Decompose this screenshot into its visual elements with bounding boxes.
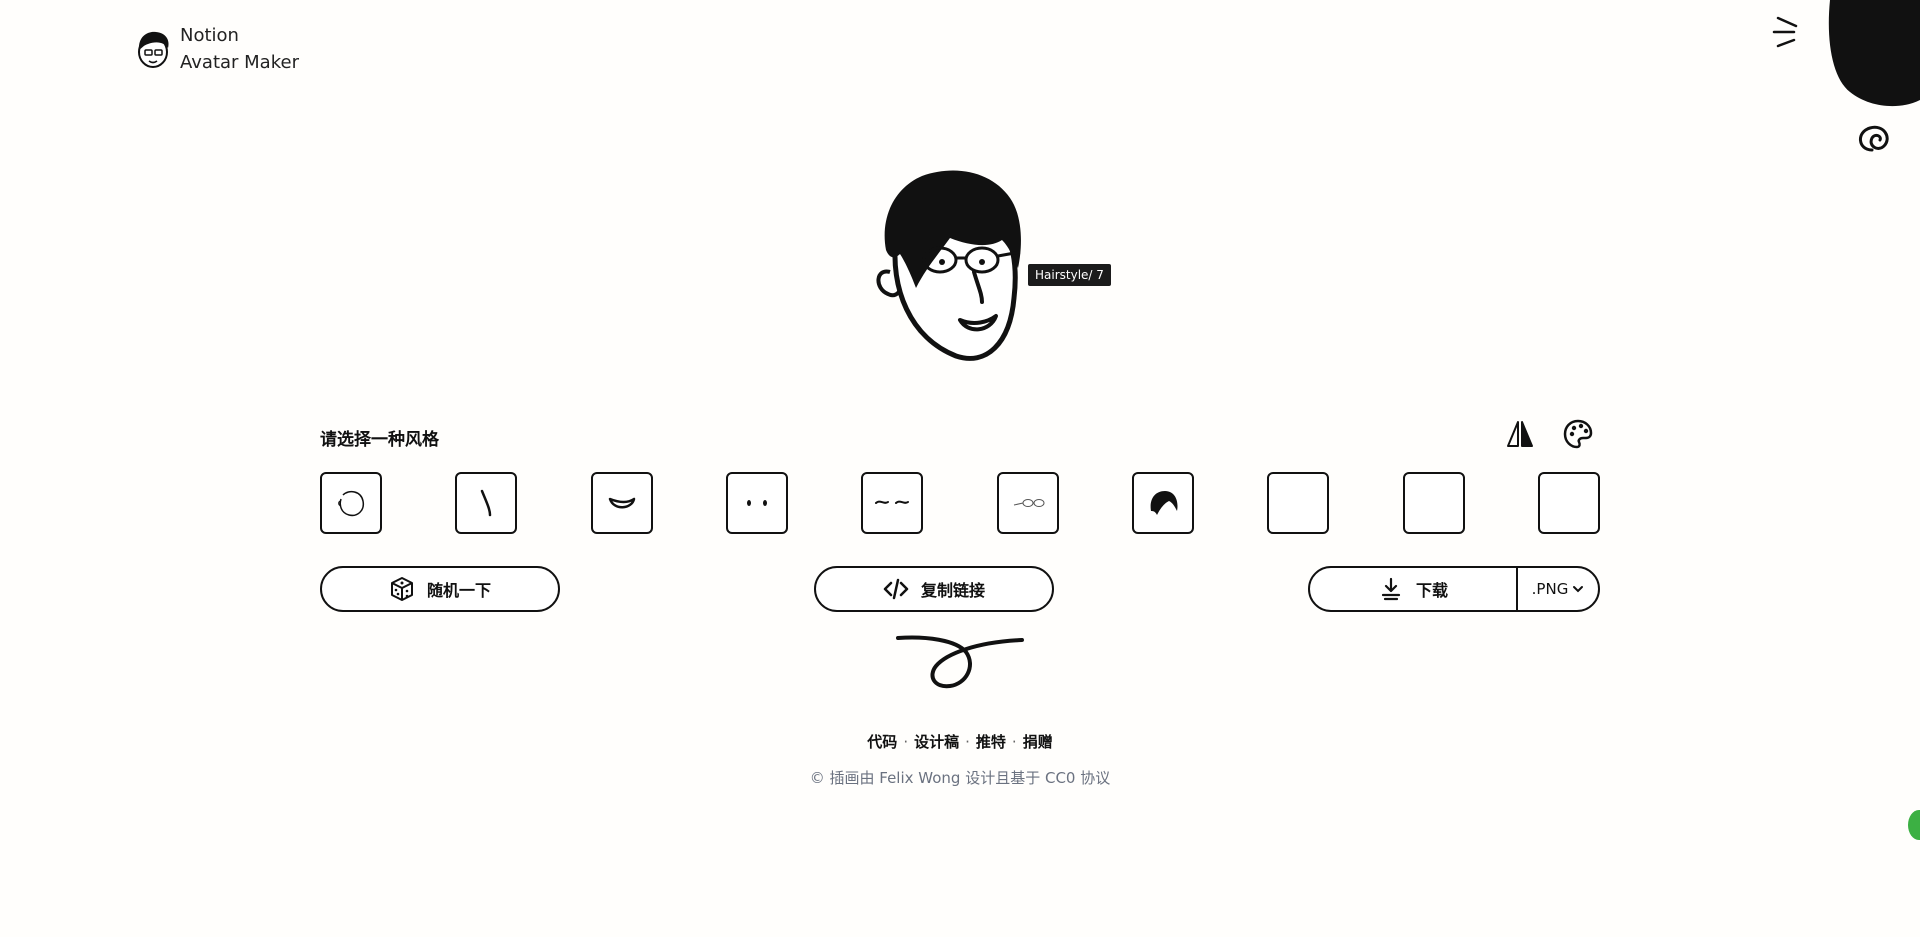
tile-eyebrows[interactable] <box>861 472 924 534</box>
tool-icons <box>1504 418 1594 450</box>
copy-link-button[interactable]: 复制链接 <box>814 566 1054 612</box>
app-logo[interactable]: Notion Avatar Maker <box>134 22 299 76</box>
tile-details[interactable] <box>1402 472 1465 534</box>
footer-link-code[interactable]: 代码 <box>867 733 897 751</box>
copy-link-button-label: 复制链接 <box>920 581 985 600</box>
format-select[interactable]: .PNG <box>1518 568 1598 610</box>
page: Notion Avatar Maker Hairstyle/ 7 请选择一种风格 <box>0 0 1920 937</box>
hair-icon <box>1150 491 1178 515</box>
app-name-line1: Notion <box>180 25 239 46</box>
avatar-preview[interactable] <box>870 168 1040 368</box>
code-icon <box>883 578 909 600</box>
nose-icon <box>481 489 492 517</box>
footer-link-twitter[interactable]: 推特 <box>976 733 1006 751</box>
footer-links: 代码 · 设计稿 · 推特 · 捐赠 <box>867 733 1053 751</box>
tile-accessories[interactable] <box>1267 472 1330 534</box>
decorative-blob-icon <box>1772 0 1920 152</box>
format-select-value: .PNG <box>1531 580 1569 598</box>
download-icon <box>1381 577 1401 601</box>
chevron-down-icon <box>1573 586 1584 593</box>
eyebrows-icon <box>875 500 910 504</box>
footer-credit: © 插画由 Felix Wong 设计且基于 CC0 协议 <box>809 769 1111 787</box>
floating-widget-button[interactable] <box>1908 810 1920 840</box>
random-button[interactable]: 随机一下 <box>320 566 560 612</box>
eyes-icon <box>746 500 767 506</box>
section-title: 请选择一种风格 <box>320 430 439 450</box>
dice-icon <box>390 577 413 601</box>
tile-face[interactable] <box>320 472 382 534</box>
footer-link-design[interactable]: 设计稿 <box>914 733 959 751</box>
footer-link-donate[interactable]: 捐赠 <box>1023 733 1053 751</box>
download-button-label: 下载 <box>1415 581 1448 600</box>
app-name-line2: Avatar Maker <box>180 52 299 73</box>
tile-eyes[interactable] <box>725 472 788 534</box>
face-shape-icon <box>338 490 365 517</box>
download-button[interactable]: 下载 <box>1310 568 1518 610</box>
logo-avatar-icon <box>138 31 169 68</box>
part-tooltip: Hairstyle/ 7 <box>1028 264 1111 286</box>
tile-glasses[interactable] <box>996 472 1059 534</box>
scribble-decoration-icon <box>896 635 1024 689</box>
download-group: 下载 .PNG <box>1308 566 1600 612</box>
mouth-icon <box>608 497 635 509</box>
part-tiles <box>320 472 1600 534</box>
tile-beard[interactable] <box>1537 472 1600 534</box>
flip-icon[interactable] <box>1504 418 1536 450</box>
palette-icon[interactable] <box>1562 418 1594 450</box>
glasses-icon <box>1013 499 1045 507</box>
tile-nose[interactable] <box>455 472 518 534</box>
tile-hairstyle[interactable] <box>1131 472 1194 534</box>
tile-mouth[interactable] <box>590 472 653 534</box>
random-button-label: 随机一下 <box>426 581 491 600</box>
